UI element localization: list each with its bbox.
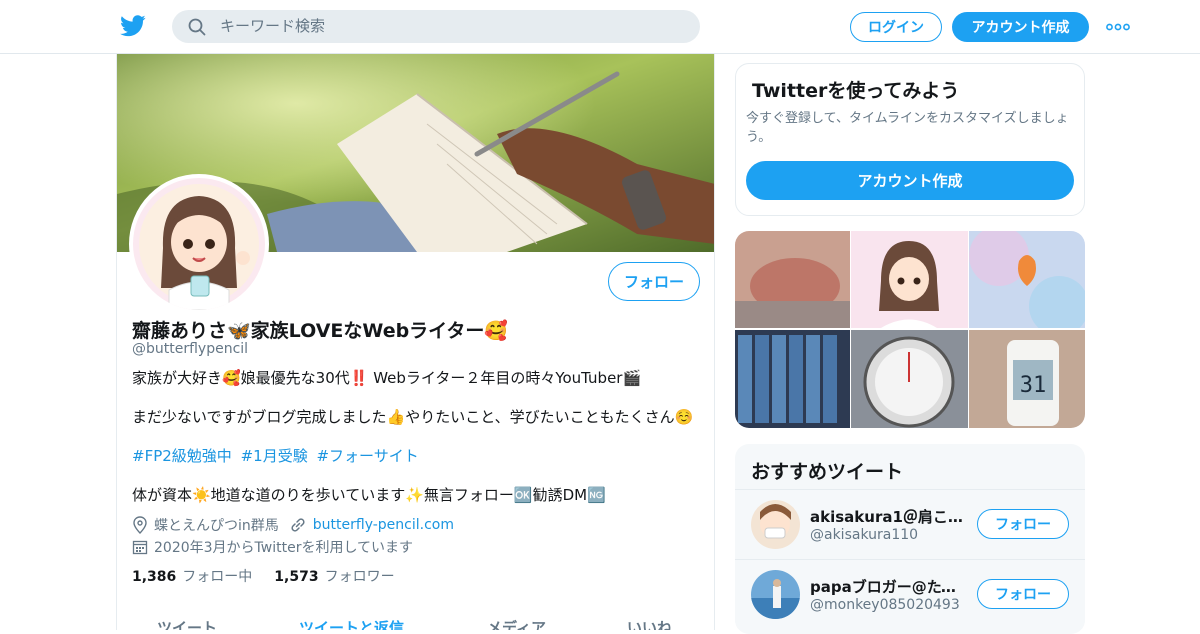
search-icon (188, 18, 206, 36)
top-navigation-bar: ログイン アカウント作成 (0, 0, 1200, 54)
login-button[interactable]: ログイン (850, 12, 942, 42)
search-input[interactable] (220, 15, 680, 37)
profile-media-grid: 31 (735, 231, 1085, 428)
recommended-account-name[interactable]: papaブロガー@たろ吉 (810, 576, 970, 597)
profile-meta-joined: 2020年3月からTwitterを利用しています (132, 537, 702, 557)
media-thumbnail[interactable] (735, 330, 850, 428)
profile-tabs: ツイート ツイートと返信 メディア いいね (117, 614, 714, 630)
recommended-account-name[interactable]: akisakura1＠肩こり… (810, 506, 970, 527)
signup-button[interactable]: アカウント作成 (952, 12, 1089, 42)
profile-follow-button[interactable]: フォロー (608, 262, 700, 301)
more-dots-icon[interactable] (1106, 22, 1130, 32)
tab-media[interactable]: メディア (487, 617, 546, 630)
tab-likes[interactable]: いいね (627, 617, 672, 630)
media-thumbnail[interactable]: 31 (969, 330, 1085, 428)
follow-button[interactable]: フォロー (977, 509, 1069, 539)
following-stat[interactable]: 1,386 フォロー中 (132, 566, 252, 586)
bio-line: まだ少ないですがブログ完成しました👍やりたいこと、学びたいこともたくさん☺️ (132, 408, 694, 426)
tab-tweets[interactable]: ツイート (157, 617, 217, 630)
media-thumbnail[interactable] (969, 231, 1085, 328)
profile-column: フォロー 齋藤ありさ🦋家族LOVEなWebライター🥰 @butterflypen… (116, 54, 715, 630)
followers-count: 1,573 (274, 569, 319, 585)
list-item[interactable]: papaブロガー@たろ吉 @monkey085020493 フォロー (735, 559, 1085, 629)
signup-card-description: 今すぐ登録して、タイムラインをカスタマイズしましょう。 (746, 111, 1069, 145)
hashtag-link[interactable]: #フォーサイト (316, 447, 418, 465)
avatar[interactable] (751, 500, 800, 549)
signup-prompt-card: Twitterを使ってみよう 今すぐ登録して、タイムラインをカスタマイズしましょ… (735, 63, 1085, 216)
recommended-title: おすすめツイート (751, 461, 904, 483)
media-thumbnail[interactable] (851, 231, 968, 328)
avatar[interactable] (751, 570, 800, 619)
recommended-account-handle[interactable]: @monkey085020493 (810, 597, 960, 613)
profile-avatar[interactable] (129, 174, 269, 314)
svg-text:31: 31 (1020, 373, 1047, 398)
profile-website-link[interactable]: butterfly-pencil.com (313, 517, 454, 533)
signup-card-title: Twitterを使ってみよう (752, 80, 960, 102)
followers-stat[interactable]: 1,573 フォロワー (274, 566, 394, 586)
following-label: フォロー中 (182, 569, 253, 585)
twitter-bird-icon[interactable] (120, 14, 146, 38)
location-pin-icon (133, 516, 147, 534)
media-thumbnail[interactable] (851, 330, 968, 428)
profile-meta-location-website: 蝶とえんぴつin群馬 butterfly-pencil.com (132, 515, 702, 535)
profile-joined-date: 2020年3月からTwitterを利用しています (154, 540, 414, 556)
profile-handle[interactable]: @butterflypencil (132, 341, 248, 357)
profile-display-name: 齋藤ありさ🦋家族LOVEなWebライター🥰 (132, 320, 509, 342)
signup-card-button[interactable]: アカウント作成 (746, 161, 1074, 200)
bio-hashtags: #FP2級勉強中 #1月受験 #フォーサイト (132, 446, 423, 466)
hashtag-link[interactable]: #1月受験 (241, 447, 308, 465)
recommended-tweets-card: おすすめツイート akisakura1＠肩こり… @akisakura110 フ… (735, 444, 1085, 634)
bio-line: 家族が大好き🥰娘最優先な30代‼️ Webライター２年目の時々YouTuber🎬 (132, 369, 642, 387)
media-thumbnail[interactable] (735, 231, 850, 328)
tab-tweets-and-replies[interactable]: ツイートと返信 (299, 617, 404, 630)
link-icon (291, 518, 305, 532)
profile-stats: 1,386 フォロー中 1,573 フォロワー (132, 566, 417, 586)
hashtag-link[interactable]: #FP2級勉強中 (132, 447, 232, 465)
followers-label: フォロワー (324, 569, 395, 585)
calendar-icon (132, 540, 148, 555)
profile-location: 蝶とえんぴつin群馬 (154, 518, 279, 534)
follow-button[interactable]: フォロー (977, 579, 1069, 609)
recommended-account-handle[interactable]: @akisakura110 (810, 527, 918, 543)
search-box[interactable] (172, 10, 700, 43)
list-item[interactable]: akisakura1＠肩こり… @akisakura110 フォロー (735, 489, 1085, 559)
following-count: 1,386 (132, 569, 177, 585)
bio-line: 体が資本☀️地道な道のりを歩いています✨無言フォロー🆗勧誘DM🆖 (132, 486, 606, 504)
